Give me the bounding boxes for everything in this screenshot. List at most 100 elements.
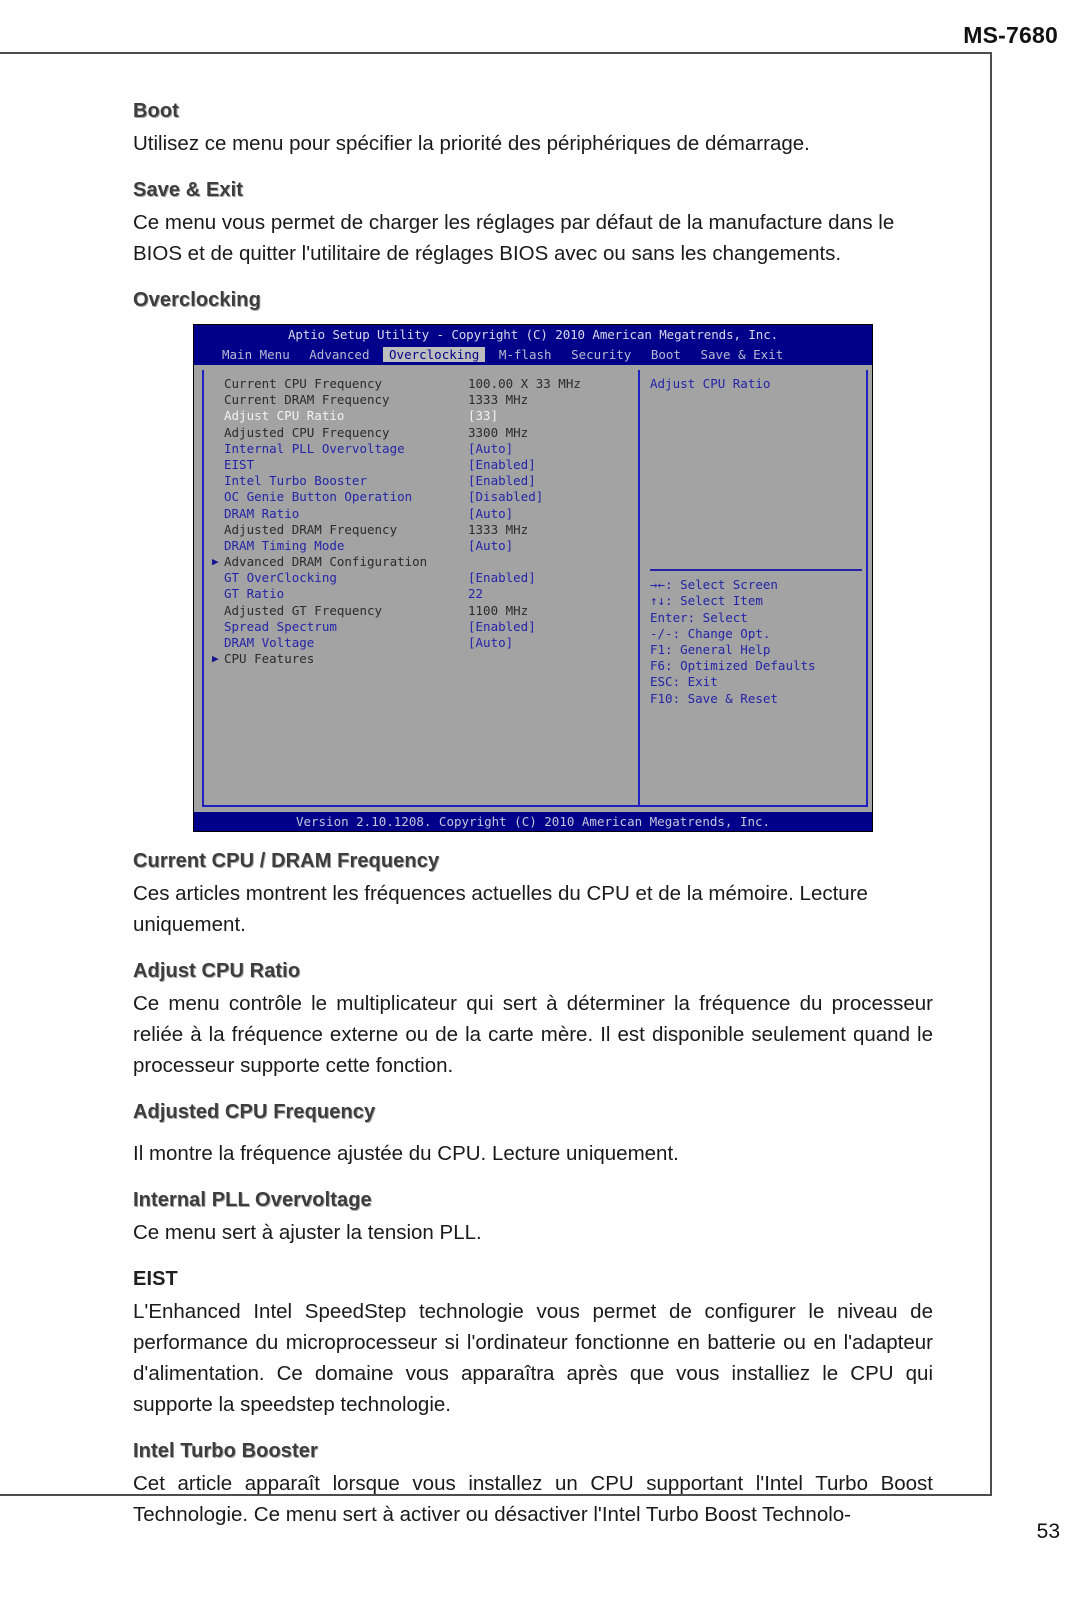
bios-setting-row[interactable]: OC Genie Button Operation [Disabled] (212, 489, 632, 505)
submenu-arrow-icon (212, 506, 224, 522)
setting-label: Current CPU Frequency (224, 376, 383, 391)
submenu-arrow-icon (212, 392, 224, 408)
setting-label: OC Genie Button Operation (224, 489, 413, 505)
bios-title: Aptio Setup Utility - Copyright (C) 2010… (194, 325, 872, 345)
submenu-arrow-icon (212, 425, 224, 441)
bios-setting-row[interactable]: Adjusted CPU Frequency 3300 MHz (212, 425, 632, 441)
help-key-optimized-defaults: F6: Optimized Defaults (650, 658, 816, 674)
setting-label: Internal PLL Overvoltage (224, 440, 405, 456)
section-body-intel-turbo-booster: Cet article apparaît lorsque vous instal… (133, 1472, 933, 1526)
submenu-arrow-icon (212, 603, 224, 619)
section-heading-current-cpu-dram-frequency: Current CPU / DRAM Frequency (133, 850, 440, 872)
right-margin-rule (990, 52, 992, 1496)
bios-menu-bar: Main Menu Advanced Overclocking M-flash … (194, 345, 872, 365)
help-key-change-opt: -/-: Change Opt. (650, 625, 771, 641)
help-key-enter-select: Enter: Select (650, 609, 748, 625)
setting-value (468, 554, 632, 570)
setting-value: [Auto] (468, 635, 514, 650)
setting-value: [Enabled] (468, 570, 536, 586)
help-key-select-screen: →←: Select Screen (650, 577, 778, 593)
bios-settings-list: Current CPU Frequency 100.00 X 33 MHz Cu… (212, 376, 632, 667)
setting-label: GT OverClocking (224, 570, 337, 586)
section-body-internal-pll-overvoltage: Ce menu sert à ajuster la tension PLL. (133, 1221, 482, 1244)
bios-menu-mflash[interactable]: M-flash (493, 347, 558, 362)
setting-label: DRAM Ratio (224, 505, 300, 521)
setting-label: DRAM Voltage (224, 635, 315, 650)
section-body-eist: L'Enhanced Intel SpeedStep technologie v… (133, 1300, 933, 1416)
bios-menu-main[interactable]: Main Menu (216, 347, 296, 362)
submenu-arrow-icon (212, 522, 224, 538)
setting-value (468, 651, 632, 667)
bios-setting-row-selected[interactable]: Adjust CPU Ratio [33] (212, 408, 632, 424)
submenu-arrow-icon (212, 457, 224, 473)
section-heading-save-exit: Save & Exit (133, 179, 244, 201)
bios-border-left (202, 370, 204, 805)
bios-menu-advanced[interactable]: Advanced (303, 347, 375, 362)
header-rule (0, 52, 992, 54)
section-heading-adjust-cpu-ratio: Adjust CPU Ratio (133, 960, 301, 982)
bios-setting-row[interactable]: EIST [Enabled] (212, 457, 632, 473)
submenu-arrow-icon (212, 619, 224, 635)
submenu-arrow-icon (212, 376, 224, 392)
bios-setting-row[interactable]: GT Ratio 22 (212, 586, 632, 602)
bios-panel-divider (638, 370, 640, 805)
bios-setting-row[interactable]: DRAM Timing Mode [Auto] (212, 538, 632, 554)
setting-label: GT Ratio (224, 586, 285, 602)
setting-label: Spread Spectrum (224, 618, 337, 634)
bios-setting-row[interactable]: Adjusted DRAM Frequency 1333 MHz (212, 522, 632, 538)
setting-value: 100.00 X 33 MHz (468, 376, 581, 391)
bios-setting-row-submenu[interactable]: ▶ Advanced DRAM Configuration (212, 554, 632, 570)
submenu-arrow-icon (212, 408, 224, 424)
bios-border-bottom (202, 805, 868, 807)
setting-label: EIST (224, 456, 255, 472)
setting-value: [Enabled] (468, 473, 536, 489)
submenu-arrow-icon (212, 489, 224, 505)
section-heading-adjusted-cpu-frequency: Adjusted CPU Frequency (133, 1101, 376, 1123)
bios-setting-row[interactable]: DRAM Voltage [Auto] (212, 635, 632, 651)
setting-label: Adjusted GT Frequency (224, 602, 383, 618)
section-body-current-cpu-dram-frequency: Ces articles montrent les fréquences act… (133, 882, 868, 936)
bios-setting-row[interactable]: Internal PLL Overvoltage [Auto] (212, 441, 632, 457)
bios-setting-row[interactable]: Current DRAM Frequency 1333 MHz (212, 392, 632, 408)
setting-label: Adjusted DRAM Frequency (224, 521, 398, 537)
bios-menu-save-exit[interactable]: Save & Exit (694, 347, 789, 362)
setting-value: 3300 MHz (468, 424, 529, 440)
setting-value: [Auto] (468, 505, 514, 521)
setting-value: [Enabled] (468, 456, 536, 472)
help-separator (650, 569, 862, 572)
bios-menu-boot[interactable]: Boot (645, 347, 687, 362)
submenu-arrow-icon (212, 473, 224, 489)
setting-value: [Enabled] (468, 618, 536, 634)
submenu-arrow-icon (212, 538, 224, 554)
setting-label: Advanced DRAM Configuration (224, 554, 428, 570)
section-heading-overclocking: Overclocking (133, 289, 261, 311)
bios-body: Current CPU Frequency 100.00 X 33 MHz Cu… (194, 365, 872, 813)
page-header-model: MS-7680 (963, 22, 1058, 48)
bios-menu-security[interactable]: Security (565, 347, 637, 362)
bios-menu-overclocking[interactable]: Overclocking (383, 347, 486, 362)
setting-value: [Disabled] (468, 489, 544, 505)
submenu-arrow-icon (212, 570, 224, 586)
submenu-arrow-icon (212, 635, 224, 651)
section-body-boot: Utilisez ce menu pour spécifier la prior… (133, 132, 810, 155)
setting-label: Intel Turbo Booster (224, 473, 367, 489)
submenu-arrow-icon: ▶ (212, 652, 219, 666)
setting-value: 22 (468, 586, 484, 602)
help-key-general-help: F1: General Help (650, 642, 771, 658)
submenu-arrow-icon: ▶ (212, 555, 219, 569)
bios-screenshot: Aptio Setup Utility - Copyright (C) 2010… (193, 324, 873, 832)
setting-label: Adjust CPU Ratio (224, 408, 345, 424)
setting-value: 1100 MHz (468, 602, 529, 618)
setting-value: 1333 MHz (468, 521, 529, 537)
bios-setting-row-submenu[interactable]: ▶ CPU Features (212, 651, 632, 667)
bios-setting-row[interactable]: Current CPU Frequency 100.00 X 33 MHz (212, 376, 632, 392)
bios-setting-row[interactable]: DRAM Ratio [Auto] (212, 506, 632, 522)
setting-label: DRAM Timing Mode (224, 537, 345, 553)
submenu-arrow-icon (212, 441, 224, 457)
bios-setting-row[interactable]: Adjusted GT Frequency 1100 MHz (212, 603, 632, 619)
document-content: Boot Utilisez ce menu pour spécifier la … (133, 100, 933, 1547)
bios-setting-row[interactable]: Spread Spectrum [Enabled] (212, 619, 632, 635)
bios-setting-row[interactable]: GT OverClocking [Enabled] (212, 570, 632, 586)
bios-setting-row[interactable]: Intel Turbo Booster [Enabled] (212, 473, 632, 489)
section-heading-boot: Boot (133, 100, 179, 122)
